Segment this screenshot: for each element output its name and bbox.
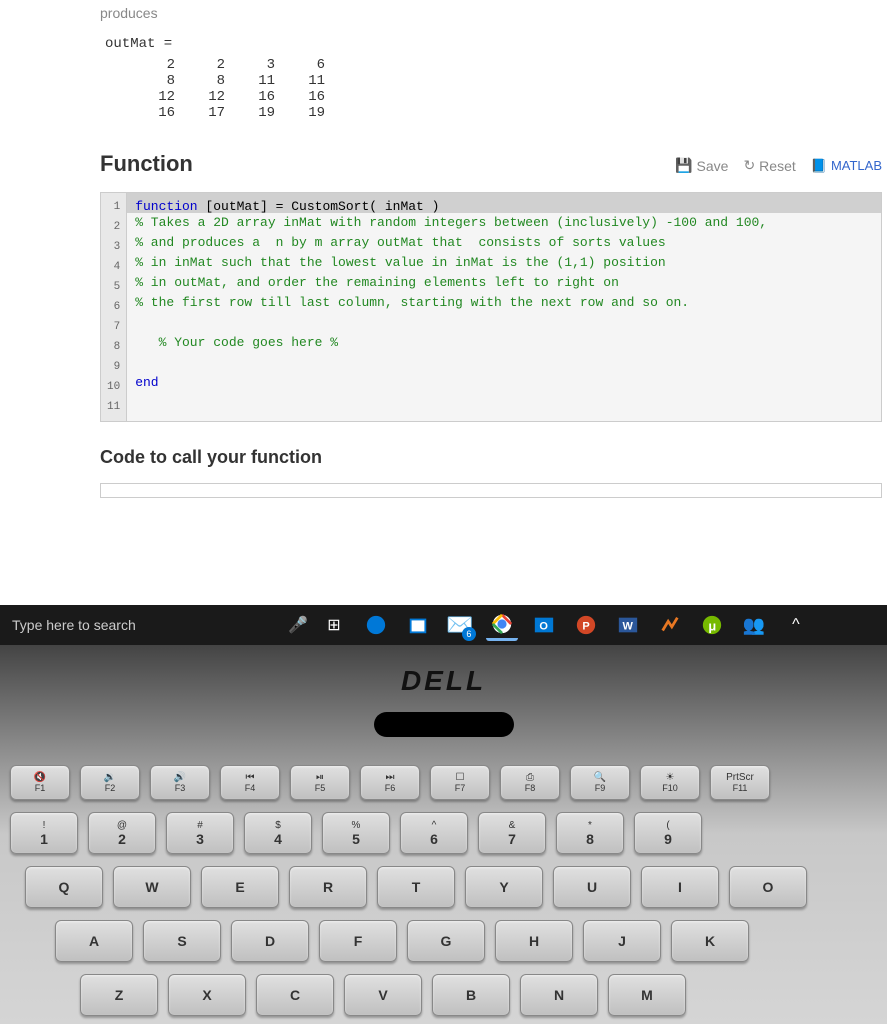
key-c: C bbox=[256, 974, 334, 1016]
key-r: R bbox=[289, 866, 367, 908]
key-3: #3 bbox=[166, 812, 234, 854]
reset-label: Reset bbox=[759, 158, 796, 174]
code-editor[interactable]: 1234567891011 function [outMat] = Custom… bbox=[100, 192, 882, 422]
camera-bar bbox=[374, 712, 514, 737]
call-code-editor[interactable] bbox=[100, 483, 882, 498]
physical-keyboard: 🔇F1 🔉F2 🔊F3 ⏮F4 ⏯F5 ⏭F6 ☐F7 ⎙F8 🔍F9 ☀F10 PrtScrF11… bbox=[0, 765, 887, 1016]
save-icon: 💾 bbox=[675, 157, 692, 174]
matlab-icon[interactable] bbox=[654, 609, 686, 641]
key-h: H bbox=[495, 920, 573, 962]
key-x: X bbox=[168, 974, 246, 1016]
key-u: U bbox=[553, 866, 631, 908]
code-content[interactable]: function [outMat] = CustomSort( inMat ) … bbox=[127, 193, 881, 421]
people-icon[interactable]: 👥 bbox=[738, 609, 770, 641]
key-7: &7 bbox=[478, 812, 546, 854]
key-e: E bbox=[201, 866, 279, 908]
key-6: ^6 bbox=[400, 812, 468, 854]
key-a: A bbox=[55, 920, 133, 962]
key-i: I bbox=[641, 866, 719, 908]
cortana-mic-icon[interactable]: 🎤 bbox=[288, 615, 308, 635]
save-button[interactable]: 💾 Save bbox=[675, 157, 728, 174]
key-g: G bbox=[407, 920, 485, 962]
key-n: N bbox=[520, 974, 598, 1016]
key-v: V bbox=[344, 974, 422, 1016]
line-gutter: 1234567891011 bbox=[101, 193, 127, 421]
key-f1: 🔇F1 bbox=[10, 765, 70, 800]
key-d: D bbox=[231, 920, 309, 962]
reset-button[interactable]: ↻ Reset bbox=[743, 157, 795, 174]
matlab-doc-link[interactable]: 📘 MATLAB bbox=[811, 158, 882, 174]
key-1: !1 bbox=[10, 812, 78, 854]
tray-chevron-icon[interactable]: ^ bbox=[780, 609, 812, 641]
mail-badge: 6 bbox=[462, 627, 476, 641]
word-icon[interactable]: W bbox=[612, 609, 644, 641]
output-matrix: 2236 881111 12121616 16171919 bbox=[100, 57, 887, 121]
key-f7: ☐F7 bbox=[430, 765, 490, 800]
book-icon: 📘 bbox=[811, 158, 827, 174]
screen-content: produces outMat = 2236 881111 12121616 1… bbox=[0, 0, 887, 605]
key-f10: ☀F10 bbox=[640, 765, 700, 800]
task-view-icon[interactable]: ⊞ bbox=[318, 609, 350, 641]
mail-icon[interactable]: ✉️6 bbox=[444, 609, 476, 641]
asdf-row: ASDFGHJK bbox=[10, 920, 877, 962]
key-f4: ⏮F4 bbox=[220, 765, 280, 800]
powerpoint-icon[interactable]: P bbox=[570, 609, 602, 641]
store-icon[interactable] bbox=[402, 609, 434, 641]
number-key-row: !1@2#3$4%5^6&7*8(9 bbox=[10, 812, 877, 854]
qwerty-row: QWERTYUIO bbox=[10, 866, 877, 908]
key-s: S bbox=[143, 920, 221, 962]
laptop-body: DELL 🔇F1 🔉F2 🔊F3 ⏮F4 ⏯F5 ⏭F6 ☐F7 ⎙F8 🔍F9 ☀F10 PrtS… bbox=[0, 645, 887, 1024]
svg-text:O: O bbox=[539, 621, 548, 633]
key-f3: 🔊F3 bbox=[150, 765, 210, 800]
key-8: *8 bbox=[556, 812, 624, 854]
output-header: outMat = bbox=[100, 36, 887, 52]
key-2: @2 bbox=[88, 812, 156, 854]
key-m: M bbox=[608, 974, 686, 1016]
call-function-title: Code to call your function bbox=[100, 447, 887, 468]
key-f9: 🔍F9 bbox=[570, 765, 630, 800]
matlab-label: MATLAB bbox=[831, 158, 882, 173]
svg-text:μ: μ bbox=[708, 619, 716, 634]
key-5: %5 bbox=[322, 812, 390, 854]
produces-label: produces bbox=[100, 5, 887, 21]
key-z: Z bbox=[80, 974, 158, 1016]
editor-toolbar: 💾 Save ↻ Reset 📘 MATLAB bbox=[675, 157, 882, 174]
key-f8: ⎙F8 bbox=[500, 765, 560, 800]
key-j: J bbox=[583, 920, 661, 962]
key-k: K bbox=[671, 920, 749, 962]
edge-icon[interactable] bbox=[360, 609, 392, 641]
outlook-icon[interactable]: O bbox=[528, 609, 560, 641]
save-label: Save bbox=[697, 158, 729, 174]
key-t: T bbox=[377, 866, 455, 908]
zxcv-row: ZXCVBNM bbox=[10, 974, 877, 1016]
chrome-icon[interactable] bbox=[486, 609, 518, 641]
key-f11: PrtScrF11 bbox=[710, 765, 770, 800]
dell-logo: DELL bbox=[0, 645, 887, 697]
key-w: W bbox=[113, 866, 191, 908]
search-input[interactable]: Type here to search bbox=[8, 617, 278, 633]
utorrent-icon[interactable]: μ bbox=[696, 609, 728, 641]
key-9: (9 bbox=[634, 812, 702, 854]
reset-icon: ↻ bbox=[743, 157, 755, 174]
key-b: B bbox=[432, 974, 510, 1016]
windows-taskbar[interactable]: Type here to search 🎤 ⊞ ✉️6 O P W μ 👥 ^ bbox=[0, 605, 887, 645]
function-key-row: 🔇F1 🔉F2 🔊F3 ⏮F4 ⏯F5 ⏭F6 ☐F7 ⎙F8 🔍F9 ☀F10 PrtScrF11 bbox=[10, 765, 877, 800]
key-f6: ⏭F6 bbox=[360, 765, 420, 800]
svg-text:P: P bbox=[582, 621, 589, 633]
key-o: O bbox=[729, 866, 807, 908]
key-q: Q bbox=[25, 866, 103, 908]
key-f5: ⏯F5 bbox=[290, 765, 350, 800]
output-block: outMat = 2236 881111 12121616 16171919 bbox=[100, 36, 887, 121]
svg-text:W: W bbox=[622, 621, 633, 633]
key-y: Y bbox=[465, 866, 543, 908]
key-4: $4 bbox=[244, 812, 312, 854]
key-f: F bbox=[319, 920, 397, 962]
key-f2: 🔉F2 bbox=[80, 765, 140, 800]
